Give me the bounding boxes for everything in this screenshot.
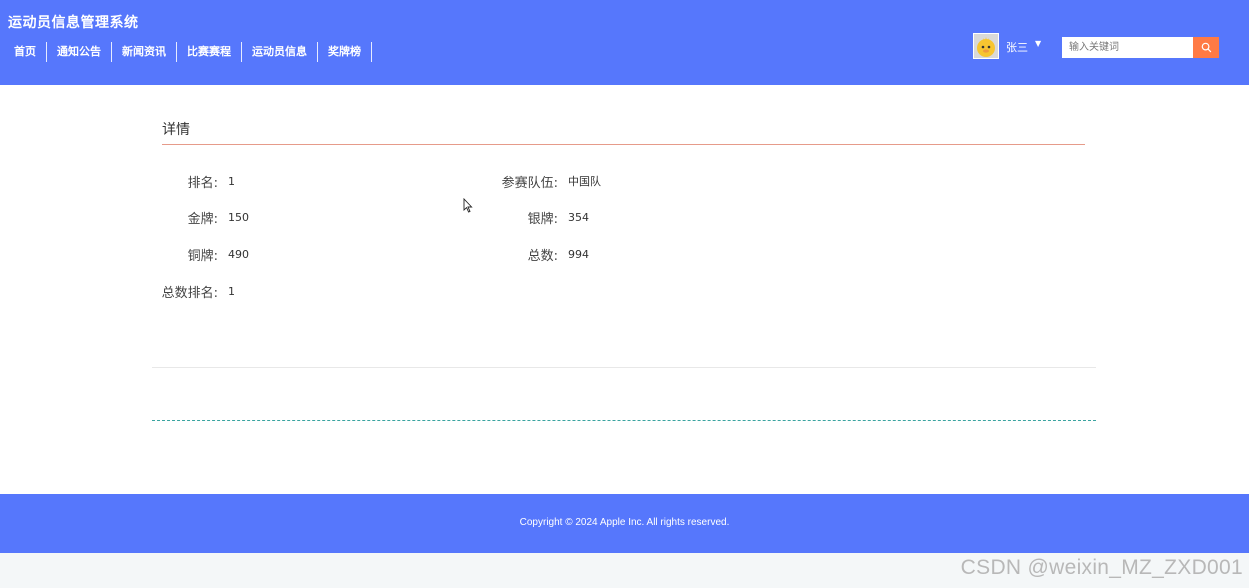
field-value: 994: [568, 247, 589, 261]
field-label: 总数排名:: [161, 285, 218, 301]
title-divider: [162, 144, 1085, 145]
detail-title: 详情: [162, 122, 190, 138]
field-total: 总数: 994: [490, 244, 589, 264]
main-nav: 首页 通知公告 新闻资讯 比赛赛程 运动员信息 奖牌榜: [6, 42, 372, 62]
dashed-divider: [152, 420, 1096, 421]
field-label: 银牌:: [527, 211, 558, 227]
site-title: 运动员信息管理系统: [8, 15, 139, 31]
search-icon: [1201, 42, 1211, 53]
cartoon-avatar-icon: [974, 34, 998, 58]
field-value: 354: [568, 210, 589, 224]
top-header: 运动员信息管理系统 首页 通知公告 新闻资讯 比赛赛程 运动员信息 奖牌榜 张三…: [0, 0, 1249, 85]
main-content: 详情 排名: 1 参赛队伍: 中国队 金牌: 150 银牌: 354 铜牌: 4…: [0, 85, 1249, 494]
field-label: 铜牌:: [187, 248, 218, 264]
copyright-text: Copyright © 2024 Apple Inc. All rights r…: [519, 517, 730, 528]
search-box: [1062, 37, 1219, 58]
nav-home[interactable]: 首页: [6, 42, 47, 62]
user-name[interactable]: 张三: [1006, 39, 1028, 55]
field-rank: 排名: 1: [162, 171, 235, 191]
field-value: 490: [228, 247, 249, 261]
nav-medal-table[interactable]: 奖牌榜: [318, 42, 372, 62]
nav-athletes[interactable]: 运动员信息: [242, 42, 318, 62]
field-total-rank: 总数排名: 1: [152, 281, 235, 301]
user-avatar[interactable]: [973, 33, 999, 59]
field-value: 1: [228, 174, 235, 188]
nav-news[interactable]: 新闻资讯: [112, 42, 177, 62]
nav-schedule[interactable]: 比赛赛程: [177, 42, 242, 62]
watermark-text: CSDN @weixin_MZ_ZXD001: [960, 556, 1243, 579]
field-gold: 金牌: 150: [162, 207, 249, 227]
field-value: 中国队: [568, 175, 601, 188]
mouse-cursor-icon: [463, 198, 473, 213]
search-button[interactable]: [1193, 37, 1219, 58]
nav-notices[interactable]: 通知公告: [47, 42, 112, 62]
field-label: 总数:: [527, 248, 558, 264]
field-label: 排名:: [187, 175, 218, 191]
field-silver: 银牌: 354: [490, 207, 589, 227]
field-label: 参赛队伍:: [501, 175, 558, 191]
field-team: 参赛队伍: 中国队: [490, 171, 601, 191]
field-value: 1: [228, 284, 235, 298]
section-divider: [152, 367, 1096, 368]
field-bronze: 铜牌: 490: [162, 244, 249, 264]
caret-down-icon[interactable]: ▼: [1035, 39, 1041, 48]
field-label: 金牌:: [187, 211, 218, 227]
site-footer: Copyright © 2024 Apple Inc. All rights r…: [0, 494, 1249, 553]
field-value: 150: [228, 210, 249, 224]
search-input[interactable]: [1062, 37, 1193, 58]
